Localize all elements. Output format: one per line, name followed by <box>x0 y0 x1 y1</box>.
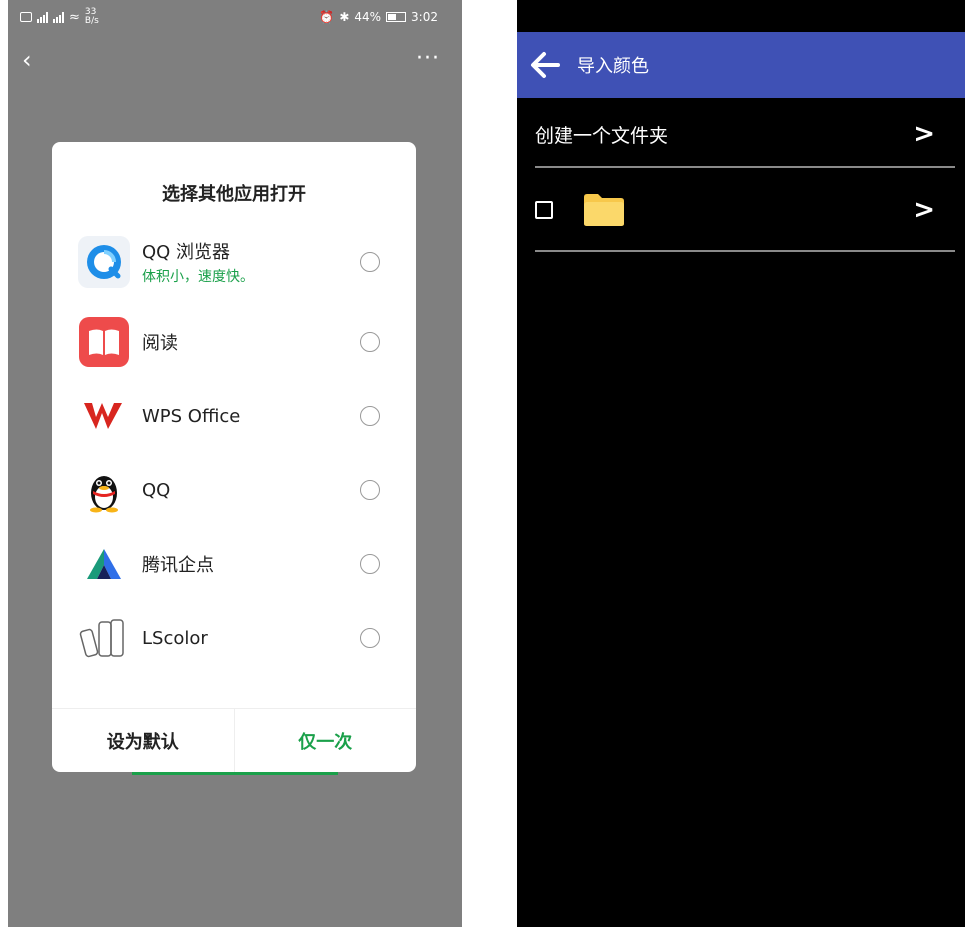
divider <box>535 250 955 252</box>
signal-icon <box>37 11 48 23</box>
app-bar: 导入颜色 <box>517 32 965 98</box>
qq-penguin-icon <box>78 464 130 516</box>
create-folder-row[interactable]: 创建一个文件夹 > <box>535 112 955 156</box>
dialog-title: 选择其他应用打开 <box>162 184 306 205</box>
app-option-lscolor[interactable]: LScolor <box>78 612 380 664</box>
app-name: QQ 浏览器 <box>142 242 231 263</box>
status-left: ≈ 33 B/s <box>20 8 99 26</box>
net-speed-unit: B/s <box>84 16 99 26</box>
folder-icon <box>583 193 625 227</box>
tencent-qidian-icon <box>78 538 130 590</box>
net-speed: 33 B/s <box>85 8 99 26</box>
dialog-footer: 设为默认 仅一次 <box>52 708 416 772</box>
alarm-icon: ⏰ <box>319 10 335 24</box>
battery-percent: 44% <box>354 10 382 24</box>
app-option-qq-browser[interactable]: QQ 浏览器 体积小，速度快。 <box>78 236 380 288</box>
battery-icon <box>386 12 407 22</box>
app-name: 腾讯企点 <box>142 555 214 576</box>
app-name: LScolor <box>142 627 208 649</box>
left-screen: ≈ 33 B/s ⏰ ✱ 44% 3:02 ‹ ··· 选择其他应用打开 QQ … <box>8 0 462 927</box>
app-option-wps-office[interactable]: WPS Office <box>78 390 380 442</box>
underlying-green-bar <box>132 772 338 775</box>
app-option-reader[interactable]: 阅读 <box>78 316 380 368</box>
divider <box>535 166 955 168</box>
open-with-dialog: 选择其他应用打开 QQ 浏览器 体积小，速度快。 阅读 WPS Office Q… <box>52 142 416 772</box>
radio-button[interactable] <box>360 628 380 648</box>
chevron-right-icon: > <box>913 119 935 149</box>
create-folder-label: 创建一个文件夹 <box>535 124 669 147</box>
radio-button[interactable] <box>360 480 380 500</box>
wifi-icon: ≈ <box>69 9 80 25</box>
clock: 3:02 <box>411 10 438 24</box>
app-option-qq[interactable]: QQ <box>78 464 380 516</box>
lscolor-icon <box>78 612 130 664</box>
radio-button[interactable] <box>360 406 380 426</box>
app-name: QQ <box>142 479 171 501</box>
app-name: WPS Office <box>142 405 241 427</box>
radio-button[interactable] <box>360 554 380 574</box>
app-name: 阅读 <box>142 333 178 354</box>
folder-row[interactable]: > <box>535 188 955 232</box>
page-title: 导入颜色 <box>577 56 649 77</box>
bluetooth-icon: ✱ <box>339 10 350 24</box>
status-right: ⏰ ✱ 44% 3:02 <box>319 10 438 24</box>
set-default-button[interactable]: 设为默认 <box>52 709 235 772</box>
radio-button[interactable] <box>360 252 380 272</box>
qq-browser-icon <box>78 236 130 288</box>
radio-button[interactable] <box>360 332 380 352</box>
just-once-button[interactable]: 仅一次 <box>235 709 417 772</box>
right-screen: 导入颜色 创建一个文件夹 > > <box>517 0 965 927</box>
sim-icon <box>20 12 32 22</box>
status-bar: ≈ 33 B/s ⏰ ✱ 44% 3:02 <box>8 0 462 34</box>
back-icon[interactable]: ‹ <box>22 46 32 74</box>
signal-icon-2 <box>53 11 64 23</box>
checkbox[interactable] <box>535 201 553 219</box>
arrow-left-icon[interactable] <box>523 43 567 87</box>
chevron-right-icon: > <box>913 195 935 225</box>
app-subtitle: 体积小，速度快。 <box>142 269 254 285</box>
app-option-tencent-qidian[interactable]: 腾讯企点 <box>78 538 380 590</box>
more-icon[interactable]: ··· <box>416 46 440 71</box>
reader-icon <box>78 316 130 368</box>
wps-icon <box>78 390 130 442</box>
